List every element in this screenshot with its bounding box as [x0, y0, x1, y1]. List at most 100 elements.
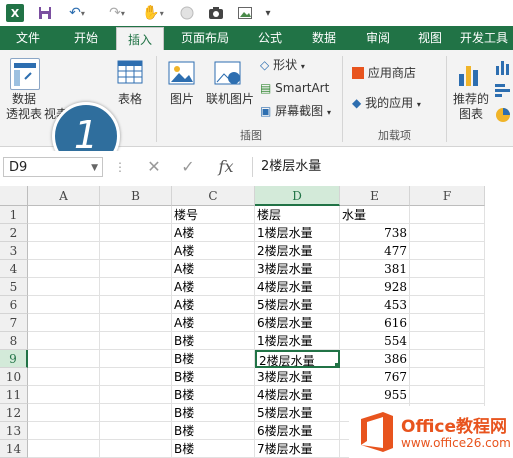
table-cell[interactable] [28, 296, 100, 314]
table-cell[interactable]: 554 [340, 332, 410, 350]
bar-chart-icon[interactable] [494, 82, 512, 100]
table-cell[interactable]: 3楼层水量 [255, 368, 340, 386]
shapes-button[interactable]: ◇ 形状 ▾ [260, 58, 316, 74]
column-header-a[interactable]: A [28, 186, 100, 206]
table-cell[interactable]: 928 [340, 278, 410, 296]
table-cell[interactable] [100, 260, 172, 278]
table-cell[interactable] [100, 224, 172, 242]
table-cell[interactable] [410, 368, 485, 386]
row-header-4[interactable]: 4 [0, 260, 28, 278]
table-cell[interactable] [100, 350, 172, 368]
table-cell[interactable] [28, 350, 100, 368]
redo-icon[interactable]: ↷ ▾ [106, 4, 128, 22]
select-all-corner[interactable] [0, 186, 28, 206]
table-cell[interactable] [100, 386, 172, 404]
pivot-table-button[interactable]: 数据 透视表 [4, 92, 44, 122]
screenshot-button[interactable]: ▣ 屏幕截图 ▾ [260, 104, 340, 120]
name-box[interactable]: D9 ▼ [3, 157, 103, 177]
table-cell[interactable]: 1楼层水量 [255, 332, 340, 350]
table-cell[interactable] [28, 422, 100, 440]
insert-function-button[interactable]: fx [210, 156, 242, 178]
pie-chart-icon[interactable] [494, 106, 512, 124]
table-cell[interactable]: B楼 [172, 422, 255, 440]
table-cell[interactable] [100, 206, 172, 224]
table-cell[interactable] [410, 206, 485, 224]
table-cell[interactable] [410, 260, 485, 278]
table-cell[interactable] [100, 314, 172, 332]
row-header-6[interactable]: 6 [0, 296, 28, 314]
column-header-f[interactable]: F [410, 186, 485, 206]
tab-insert[interactable]: 插入 [116, 27, 164, 51]
row-header-1[interactable]: 1 [0, 206, 28, 224]
table-cell[interactable] [100, 278, 172, 296]
row-header-10[interactable]: 10 [0, 368, 28, 386]
customize-qat-icon[interactable]: ▾ [262, 4, 274, 22]
tab-view[interactable]: 视图 [406, 26, 454, 50]
tab-developer[interactable]: 开发工具 [460, 26, 513, 50]
table-cell[interactable]: 5楼层水量 [255, 404, 340, 422]
tab-page-layout[interactable]: 页面布局 [170, 26, 240, 50]
column-header-e[interactable]: E [340, 186, 410, 206]
table-cell[interactable]: 2楼层水量 [255, 242, 340, 260]
formula-input[interactable]: 2楼层水量 [252, 157, 513, 177]
table-cell[interactable]: 738 [340, 224, 410, 242]
row-header-14[interactable]: 14 [0, 440, 28, 458]
save-icon[interactable] [36, 4, 54, 22]
table-cell[interactable]: B楼 [172, 332, 255, 350]
table-cell[interactable] [100, 422, 172, 440]
undo-icon[interactable]: ↶ ▾ [66, 4, 88, 22]
table-cell[interactable] [410, 296, 485, 314]
store-button[interactable]: 应用商店 [352, 66, 432, 81]
row-header-8[interactable]: 8 [0, 332, 28, 350]
table-cell[interactable] [28, 386, 100, 404]
table-cell[interactable]: 6楼层水量 [255, 314, 340, 332]
tab-home[interactable]: 开始 [60, 26, 112, 50]
table-cell[interactable]: 955 [340, 386, 410, 404]
table-cell[interactable] [28, 260, 100, 278]
table-cell[interactable]: 4楼层水量 [255, 278, 340, 296]
table-cell[interactable]: 1楼层水量 [255, 224, 340, 242]
picture-icon[interactable] [236, 4, 254, 22]
table-cell[interactable] [410, 278, 485, 296]
table-cell[interactable] [100, 296, 172, 314]
table-cell[interactable]: 386 [340, 350, 410, 368]
table-cell[interactable]: A楼 [172, 278, 255, 296]
row-header-13[interactable]: 13 [0, 422, 28, 440]
table-cell[interactable]: A楼 [172, 260, 255, 278]
table-cell[interactable]: A楼 [172, 296, 255, 314]
cancel-button[interactable]: ✕ [140, 156, 168, 178]
table-cell[interactable]: 4楼层水量 [255, 386, 340, 404]
row-header-7[interactable]: 7 [0, 314, 28, 332]
table-cell[interactable]: B楼 [172, 386, 255, 404]
column-header-c[interactable]: C [172, 186, 255, 206]
table-cell[interactable]: B楼 [172, 404, 255, 422]
table-cell[interactable] [28, 224, 100, 242]
table-cell[interactable]: A楼 [172, 242, 255, 260]
table-cell[interactable]: B楼 [172, 440, 255, 458]
row-header-2[interactable]: 2 [0, 224, 28, 242]
table-button[interactable]: 表格 [110, 92, 150, 107]
table-cell[interactable]: 616 [340, 314, 410, 332]
column-header-d[interactable]: D [255, 186, 340, 206]
tab-data[interactable]: 数据 [300, 26, 348, 50]
active-cell[interactable]: 2楼层水量 [255, 350, 340, 368]
tab-review[interactable]: 审阅 [354, 26, 402, 50]
table-cell[interactable]: 楼层 [255, 206, 340, 224]
table-cell[interactable] [28, 278, 100, 296]
camera-icon[interactable] [206, 4, 226, 22]
row-header-12[interactable]: 12 [0, 404, 28, 422]
table-cell[interactable]: 767 [340, 368, 410, 386]
table-cell[interactable] [100, 332, 172, 350]
tab-formulas[interactable]: 公式 [246, 26, 294, 50]
touch-mode-icon[interactable]: ✋ ▾ [142, 4, 164, 22]
column-chart-icon[interactable] [494, 58, 512, 76]
table-cell[interactable]: 水量 [340, 206, 410, 224]
enter-button[interactable]: ✓ [174, 156, 202, 178]
table-cell[interactable] [28, 314, 100, 332]
online-pictures-button[interactable]: 联机图片 [202, 92, 258, 107]
table-cell[interactable]: 楼号 [172, 206, 255, 224]
record-icon[interactable] [178, 4, 196, 22]
recommended-charts-button[interactable]: 推荐的 图表 [450, 92, 492, 122]
table-cell[interactable]: A楼 [172, 224, 255, 242]
table-cell[interactable]: 453 [340, 296, 410, 314]
